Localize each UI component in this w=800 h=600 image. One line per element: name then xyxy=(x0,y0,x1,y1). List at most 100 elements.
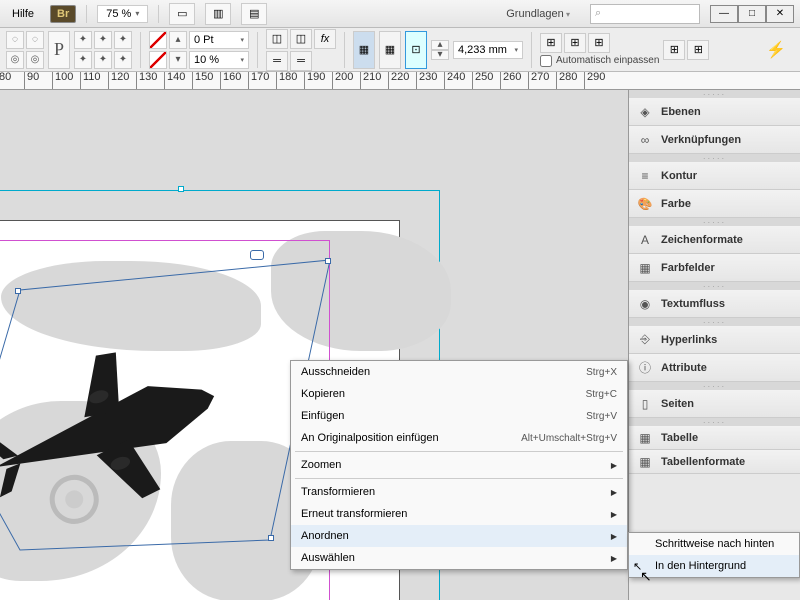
panel-item-tabellenformate[interactable]: ▦Tabellenformate xyxy=(629,450,800,474)
ruler-tick: 260 xyxy=(500,72,521,90)
link-badge[interactable] xyxy=(250,250,264,260)
minimize-button[interactable]: — xyxy=(710,5,738,23)
menu-item-einfügen[interactable]: EinfügenStrg+V xyxy=(291,405,627,427)
menu-label: Zoomen xyxy=(301,459,341,471)
panel-icon: ◈ xyxy=(637,104,653,120)
panel-grip[interactable] xyxy=(629,382,800,390)
panel-item-ebenen[interactable]: ◈ Ebenen xyxy=(629,98,800,126)
panel-item-farbfelder[interactable]: ▦Farbfelder xyxy=(629,254,800,282)
stepper-down-icon[interactable]: ▾ xyxy=(431,50,449,60)
menu-item-erneut-transformieren[interactable]: Erneut transformieren▶ xyxy=(291,503,627,525)
menu-item-anordnen[interactable]: Anordnen▶ xyxy=(291,525,627,547)
tool-icon[interactable]: ◎ xyxy=(26,51,44,69)
close-button[interactable]: ✕ xyxy=(766,5,794,23)
menu-item-transformieren[interactable]: Transformieren▶ xyxy=(291,481,627,503)
panel-icon: ∞ xyxy=(637,132,653,148)
lightning-icon[interactable]: ⚡ xyxy=(766,40,794,60)
anchor-point[interactable] xyxy=(15,288,21,294)
fill-none-icon[interactable] xyxy=(149,31,167,49)
ruler-tick: 170 xyxy=(248,72,269,90)
wrap-icon[interactable]: ═ xyxy=(290,51,312,71)
ruler-tick: 180 xyxy=(276,72,297,90)
menu-label: Erneut transformieren xyxy=(301,508,407,520)
panel-item-tabelle[interactable]: ▦Tabelle xyxy=(629,426,800,450)
menu-item-kopieren[interactable]: KopierenStrg+C xyxy=(291,383,627,405)
panel-grip[interactable] xyxy=(629,90,800,98)
workspace-dropdown[interactable]: Grundlagen xyxy=(496,6,580,22)
autofit-checkbox[interactable]: Automatisch einpassen xyxy=(540,55,659,67)
help-menu[interactable]: Hilfe xyxy=(6,6,40,22)
bridge-button[interactable]: Br xyxy=(50,5,76,23)
effects-icon[interactable]: ◫ xyxy=(290,29,312,49)
ruler-tick: 210 xyxy=(360,72,381,90)
wrap-icon[interactable]: ═ xyxy=(266,51,288,71)
panel-label: Verknüpfungen xyxy=(661,134,741,146)
tool-icon[interactable]: ◌ xyxy=(26,31,44,49)
align-icon[interactable]: ▦ xyxy=(353,31,375,69)
panel-item-zeichenformate[interactable]: AZeichenformate xyxy=(629,226,800,254)
menu-item-zoomen[interactable]: Zoomen ▶ xyxy=(291,454,627,476)
submenu-arrow-icon: ▶ xyxy=(611,461,617,470)
fit-icon[interactable]: ⊞ xyxy=(564,33,586,53)
panel-grip[interactable] xyxy=(629,218,800,226)
menu-label: Einfügen xyxy=(301,410,344,422)
fit-icon[interactable]: ⊞ xyxy=(687,40,709,60)
dimension-input[interactable]: 4,233 mm xyxy=(453,41,523,59)
panel-item-farbe[interactable]: 🎨Farbe xyxy=(629,190,800,218)
tool-icon[interactable]: ◎ xyxy=(6,51,24,69)
fit-icon[interactable]: ⊞ xyxy=(588,33,610,53)
search-input[interactable]: ⌕ xyxy=(590,4,700,24)
tool-icon[interactable]: ✦ xyxy=(74,31,92,49)
panel-item-attribute[interactable]: ⓘAttribute xyxy=(629,354,800,382)
panel-label: Ebenen xyxy=(661,106,701,118)
ruler-tick: 240 xyxy=(444,72,465,90)
anchor-point[interactable] xyxy=(325,258,331,264)
fx-icon[interactable]: fx xyxy=(314,29,336,49)
menu-item-ausschneiden[interactable]: AusschneidenStrg+X xyxy=(291,361,627,383)
stroke-weight-input[interactable]: 0 Pt xyxy=(189,31,249,49)
menu-item-an-originalposition-einfügen[interactable]: An Originalposition einfügenAlt+Umschalt… xyxy=(291,427,627,449)
submenu-item-in-den-hintergrund[interactable]: ↖In den Hintergrund xyxy=(629,555,799,577)
tool-icon[interactable]: ✦ xyxy=(114,31,132,49)
panel-item-hyperlinks[interactable]: ⎆Hyperlinks xyxy=(629,326,800,354)
panel-grip[interactable] xyxy=(629,318,800,326)
panel-grip[interactable] xyxy=(629,418,800,426)
tool-icon[interactable]: ✦ xyxy=(114,51,132,69)
ruler-tick: 130 xyxy=(136,72,157,90)
submenu-item-schrittweise-nach-hinten[interactable]: Schrittweise nach hinten xyxy=(629,533,799,555)
paragraph-icon[interactable]: P xyxy=(48,31,70,69)
zoom-dropdown[interactable]: 75 % xyxy=(97,5,148,23)
effects-icon[interactable]: ◫ xyxy=(266,29,288,49)
view-mode-button-1[interactable]: ▭ xyxy=(169,3,195,25)
stepper-down-icon[interactable]: ▾ xyxy=(169,51,187,69)
stroke-none-icon[interactable] xyxy=(149,51,167,69)
ruler-tick: 280 xyxy=(556,72,577,90)
ruler-tick: 120 xyxy=(108,72,129,90)
separator xyxy=(158,5,159,23)
view-mode-button-3[interactable]: ▤ xyxy=(241,3,267,25)
panel-grip[interactable] xyxy=(629,154,800,162)
opacity-input[interactable]: 10 % xyxy=(189,51,249,69)
panel-item-verknüpfungen[interactable]: ∞ Verknüpfungen xyxy=(629,126,800,154)
tool-icon[interactable]: ✦ xyxy=(94,51,112,69)
panel-item-seiten[interactable]: ▯Seiten xyxy=(629,390,800,418)
context-submenu: Schrittweise nach hinten↖In den Hintergr… xyxy=(628,532,800,578)
fit-icon[interactable]: ⊞ xyxy=(663,40,685,60)
stepper-up-icon[interactable]: ▴ xyxy=(431,40,449,50)
view-mode-button-2[interactable]: ▥ xyxy=(205,3,231,25)
tool-icon[interactable]: ✦ xyxy=(94,31,112,49)
menu-item-auswählen[interactable]: Auswählen▶ xyxy=(291,547,627,569)
panel-item-textumfluss[interactable]: ◉Textumfluss xyxy=(629,290,800,318)
anchor-point[interactable] xyxy=(268,535,274,541)
tool-icon[interactable]: ◌ xyxy=(6,31,24,49)
stepper-up-icon[interactable]: ▴ xyxy=(169,31,187,49)
align-icon[interactable]: ▦ xyxy=(379,31,401,69)
selection-handle[interactable] xyxy=(178,186,184,192)
maximize-button[interactable]: □ xyxy=(738,5,766,23)
menu-label: Auswählen xyxy=(301,552,355,564)
panel-grip[interactable] xyxy=(629,282,800,290)
tool-icon[interactable]: ✦ xyxy=(74,51,92,69)
panel-item-kontur[interactable]: ≡Kontur xyxy=(629,162,800,190)
fit-icon[interactable]: ⊞ xyxy=(540,33,562,53)
crop-icon[interactable]: ⊡ xyxy=(405,31,427,69)
